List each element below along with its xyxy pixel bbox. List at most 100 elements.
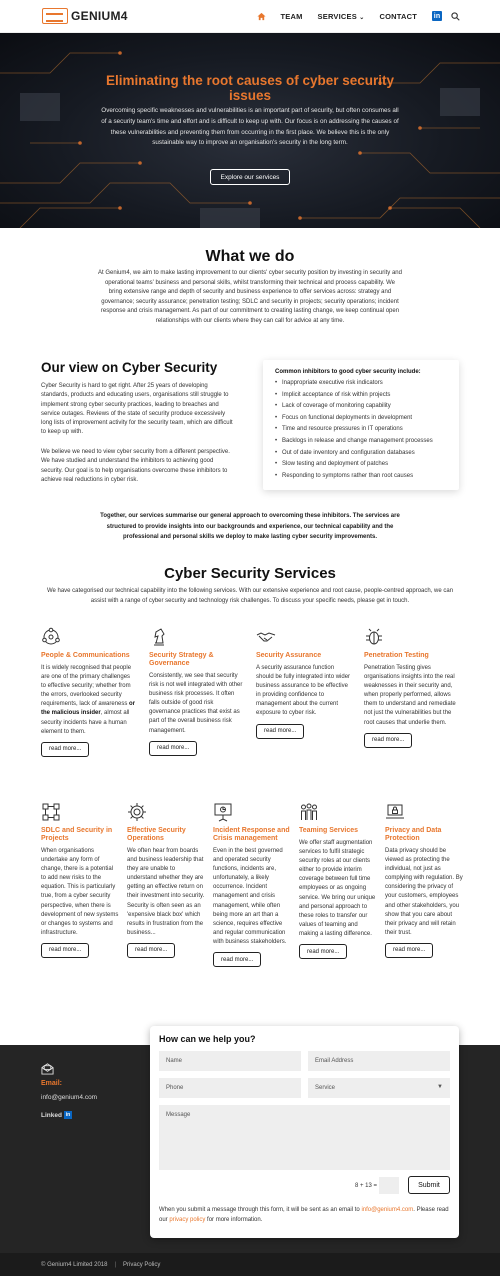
- read-more-button[interactable]: read more...: [385, 942, 434, 958]
- bug-icon: [366, 628, 382, 645]
- search-icon[interactable]: [451, 11, 460, 21]
- home-icon[interactable]: [257, 12, 267, 21]
- inhibitors-box: Common inhibitors to good cyber security…: [263, 360, 459, 490]
- service-text: When organisations undertake any form of…: [41, 848, 119, 936]
- service-card-pentest: Penetration Testing Penetration Testing …: [364, 627, 460, 748]
- main-nav: TEAM SERVICES ⌄ CONTACT in: [257, 11, 460, 21]
- service-text: Consistently, we see that security risk …: [149, 673, 243, 734]
- service-text: Penetration Testing gives organisations …: [364, 665, 456, 726]
- service-title: Effective Security Operations: [127, 827, 186, 842]
- service-text: We offer staff augmentation services to …: [299, 840, 376, 937]
- footer-linkedin-label: Linked: [41, 1111, 62, 1119]
- handshake-icon: [256, 632, 276, 642]
- submit-button[interactable]: Submit: [408, 1176, 450, 1194]
- logo[interactable]: GENIUM4: [42, 8, 128, 24]
- email-field[interactable]: Email Address: [308, 1051, 450, 1071]
- explore-services-button[interactable]: Explore our services: [210, 169, 290, 185]
- captcha-input[interactable]: [379, 1177, 399, 1194]
- together-statement: Together, our services summarise our gen…: [100, 513, 400, 540]
- chess-knight-icon: [154, 628, 165, 646]
- service-card-strategy: Security Strategy & Governance Consisten…: [149, 627, 244, 756]
- service-title: Teaming Services: [299, 827, 359, 834]
- presentation-icon: [214, 803, 232, 822]
- note-email-link[interactable]: info@genium4.com: [361, 1207, 413, 1213]
- service-select-label: Service: [315, 1085, 336, 1091]
- nav-contact[interactable]: CONTACT: [379, 12, 417, 21]
- list-item: Out of date inventory and configuration …: [275, 448, 447, 460]
- hero-title: Eliminating the root causes of cyber sec…: [105, 73, 395, 103]
- footer-separator: |: [114, 1261, 117, 1268]
- laptop-lock-icon: [386, 804, 404, 819]
- view-paragraph-1: Cyber Security is hard to get right. Aft…: [41, 383, 233, 436]
- nav-services[interactable]: SERVICES ⌄: [318, 12, 365, 21]
- service-title: Security Strategy & Governance: [149, 652, 214, 667]
- footer-email-label: Email:: [41, 1080, 63, 1087]
- read-more-button[interactable]: read more...: [364, 732, 413, 748]
- name-field[interactable]: Name: [159, 1051, 301, 1071]
- footer-linkedin-link[interactable]: Linked in: [41, 1111, 72, 1119]
- service-title: Incident Response and Crisis management: [213, 827, 290, 842]
- read-more-button[interactable]: read more...: [41, 942, 90, 958]
- list-item: Inappropriate executive risk indicators: [275, 378, 447, 390]
- service-card-sdlc: SDLC and Security in Projects When organ…: [41, 802, 119, 958]
- view-title: Our view on Cyber Security: [41, 360, 218, 375]
- site-header: GENIUM4 TEAM SERVICES ⌄ CONTACT in: [0, 0, 500, 33]
- what-we-do-text: At Genium4, we aim to make lasting impro…: [98, 270, 402, 324]
- privacy-policy-link[interactable]: privacy policy: [169, 1217, 205, 1223]
- service-card-privacy: Privacy and Data Protection Data privacy…: [385, 802, 463, 958]
- hero-banner: Eliminating the root causes of cyber sec…: [0, 33, 500, 228]
- read-more-button[interactable]: read more...: [299, 944, 348, 960]
- service-text: Even in the best governed and operated s…: [213, 848, 287, 945]
- service-card-incident: Incident Response and Crisis management …: [213, 802, 291, 968]
- contact-form-title: How can we help you?: [159, 1034, 256, 1044]
- nav-services-label: SERVICES: [317, 11, 357, 21]
- list-item: Time and resource pressures in IT operat…: [275, 424, 447, 436]
- service-select[interactable]: Service ▼: [308, 1078, 450, 1098]
- list-item: Backlogs in release and change managemen…: [275, 436, 447, 448]
- sdlc-network-icon: [42, 803, 60, 821]
- inhibitors-title: Common inhibitors to good cyber security…: [275, 369, 421, 375]
- chevron-down-icon: ⌄: [359, 14, 365, 21]
- service-text: Data privacy should be viewed as protect…: [385, 848, 463, 936]
- hero-text: Overcoming specific weaknesses and vulne…: [101, 107, 399, 147]
- service-title: SDLC and Security in Projects: [41, 827, 113, 842]
- service-title: Security Assurance: [256, 652, 322, 659]
- footer-privacy-link[interactable]: Privacy Policy: [123, 1262, 160, 1268]
- form-note: When you submit a message through this f…: [159, 1207, 449, 1223]
- mail-icon: [41, 1063, 54, 1075]
- list-item: Focus on functional deployments in devel…: [275, 413, 447, 425]
- phone-field[interactable]: Phone: [159, 1078, 301, 1098]
- footer-email-link[interactable]: info@genium4.com: [41, 1094, 97, 1101]
- service-card-teaming: Teaming Services We offer staff augmenta…: [299, 802, 377, 960]
- inhibitors-list: Inappropriate executive risk indicators …: [275, 378, 447, 482]
- logo-text: GENIUM4: [71, 9, 128, 23]
- service-title: Privacy and Data Protection: [385, 827, 442, 842]
- message-field[interactable]: Message: [159, 1105, 450, 1170]
- service-card-people: People & Communications It is widely rec…: [41, 627, 136, 757]
- read-more-button[interactable]: read more...: [149, 740, 198, 756]
- read-more-button[interactable]: read more...: [127, 942, 176, 958]
- list-item: Slow testing and deployment of patches: [275, 459, 447, 471]
- service-card-assurance: Security Assurance A security assurance …: [256, 627, 351, 739]
- linkedin-icon[interactable]: in: [432, 11, 442, 21]
- captcha-question: 8 + 13 =: [355, 1183, 378, 1189]
- services-title: Cyber Security Services: [164, 565, 336, 582]
- read-more-button[interactable]: read more...: [41, 741, 90, 757]
- copyright: © Genium4 Limited 2018: [41, 1261, 108, 1268]
- service-text: It is widely recognised that people are …: [41, 665, 136, 735]
- service-title: Penetration Testing: [364, 652, 429, 659]
- list-item: Implicit acceptance of risk within proje…: [275, 390, 447, 402]
- list-item: Lack of coverage of monitoring capabilit…: [275, 401, 447, 413]
- what-we-do-title: What we do: [205, 248, 295, 265]
- linkedin-icon: in: [63, 1111, 72, 1119]
- list-item: Responding to symptoms rather than root …: [275, 471, 447, 483]
- service-text: We often hear from boards and business l…: [127, 848, 205, 936]
- service-card-operations: Effective Security Operations We often h…: [127, 802, 205, 958]
- nav-team[interactable]: TEAM: [280, 12, 302, 21]
- gear-icon: [128, 803, 146, 821]
- read-more-button[interactable]: read more...: [213, 952, 262, 968]
- footer-bottom-bar: © Genium4 Limited 2018 | Privacy Policy: [0, 1253, 500, 1276]
- contact-form: How can we help you? Name Email Address …: [150, 1026, 459, 1238]
- read-more-button[interactable]: read more...: [256, 723, 305, 739]
- dropdown-arrow-icon: ▼: [437, 1084, 443, 1090]
